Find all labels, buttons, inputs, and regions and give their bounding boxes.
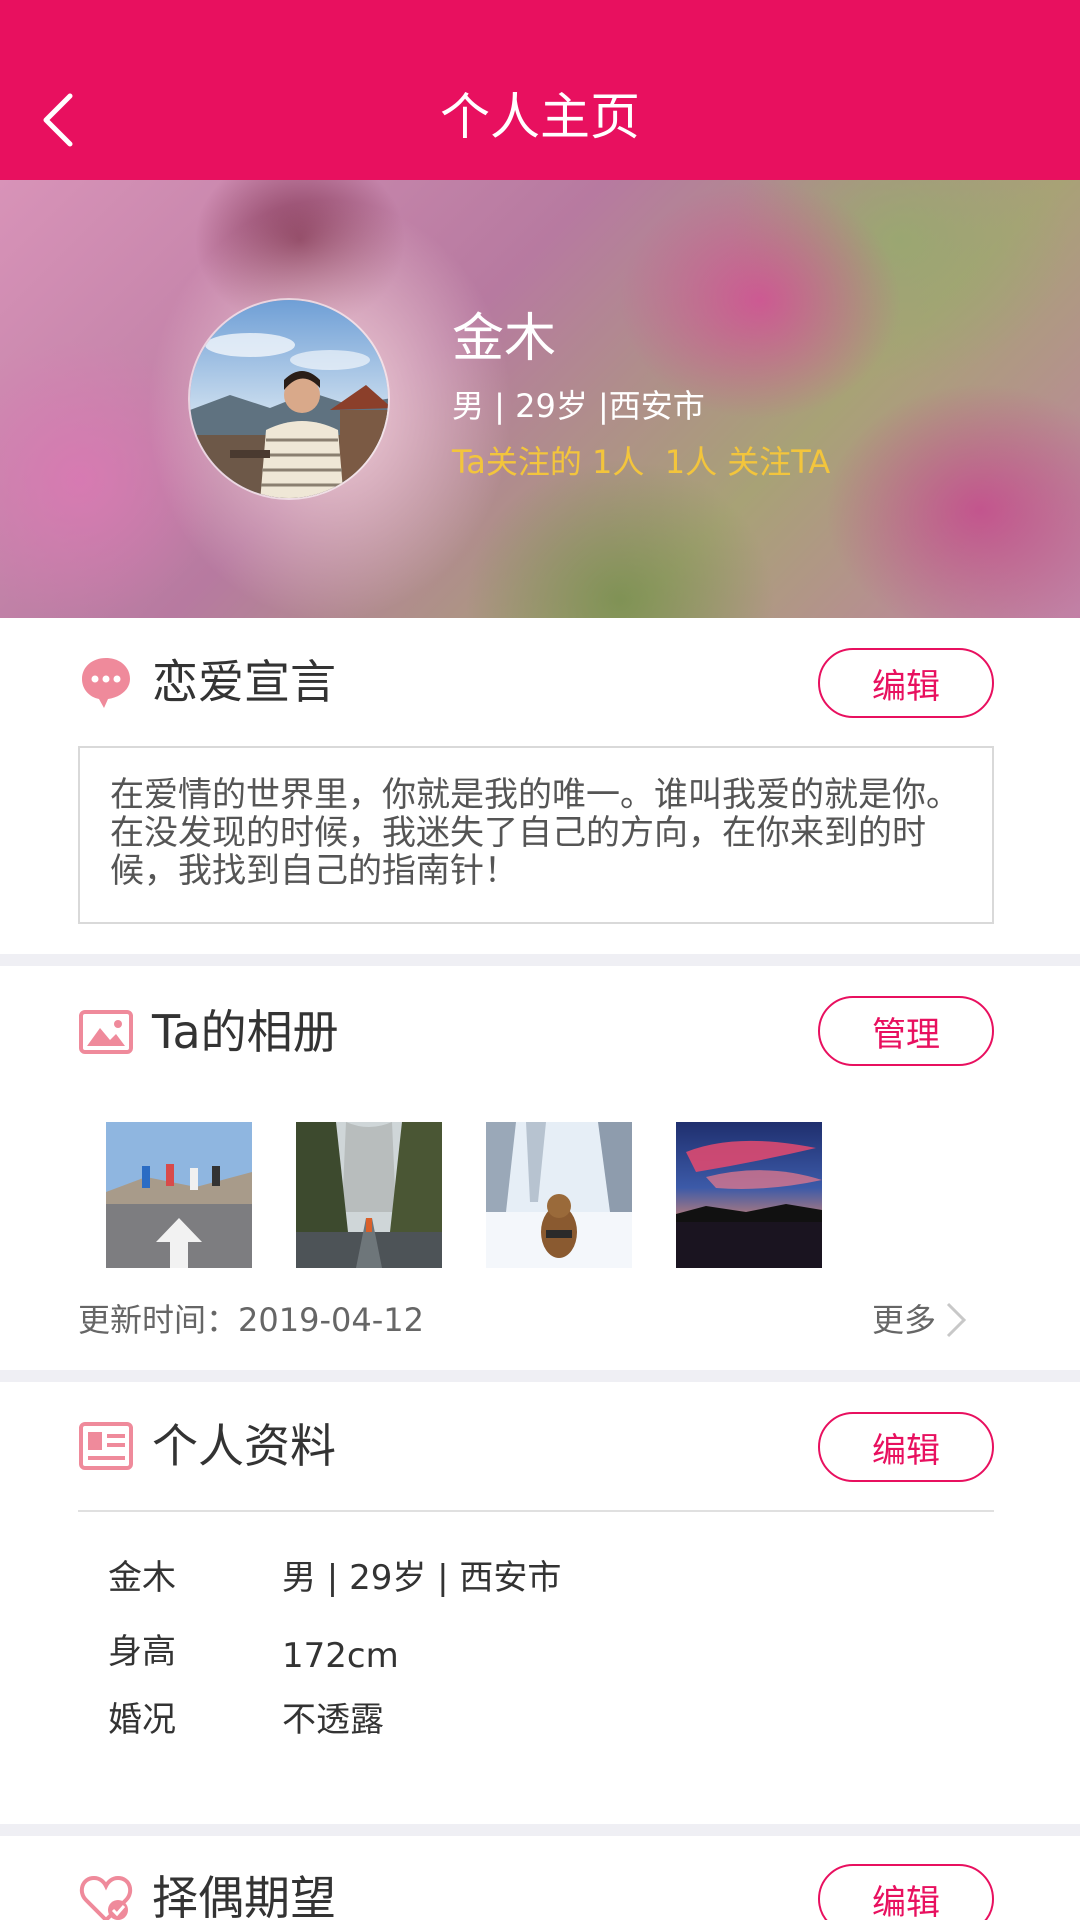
info-title: 个人资料 <box>152 1419 336 1473</box>
album-more-link[interactable]: 更多 <box>872 1300 968 1340</box>
chevron-right-icon <box>946 1302 967 1338</box>
more-label: 更多 <box>872 1301 937 1339</box>
info-edit-button[interactable]: 编辑 <box>818 1412 994 1482</box>
page-title: 个人主页 <box>440 88 640 146</box>
profile-banner: 金木 男 | 29岁 |西安市 Ta关注的 1人 1人 关注TA <box>0 180 1080 618</box>
album-photo[interactable] <box>486 1122 632 1268</box>
info-value-height: 172cm <box>282 1636 399 1676</box>
info-value-marital: 不透露 <box>282 1700 384 1740</box>
expect-title: 择偶期望 <box>152 1871 336 1920</box>
album-manage-button[interactable]: 管理 <box>818 996 994 1066</box>
album-title: Ta的相册 <box>152 1005 339 1059</box>
info-value-basic: 男 | 29岁 | 西安市 <box>282 1558 562 1598</box>
album-photo[interactable] <box>296 1122 442 1268</box>
declaration-title: 恋爱宣言 <box>152 655 336 709</box>
image-icon <box>79 1010 133 1054</box>
profile-card-icon <box>79 1422 133 1470</box>
section-separator <box>0 954 1080 966</box>
follow-stats[interactable]: Ta关注的 1人 1人 关注TA <box>452 442 830 482</box>
info-label-height: 身高 <box>108 1632 176 1672</box>
expect-edit-button[interactable]: 编辑 <box>818 1864 994 1920</box>
avatar[interactable] <box>188 298 390 500</box>
info-label-name: 金木 <box>108 1558 176 1598</box>
section-separator <box>0 1824 1080 1836</box>
heart-check-icon <box>79 1875 133 1920</box>
profile-meta: 男 | 29岁 |西安市 <box>452 387 705 425</box>
declaration-edit-button[interactable]: 编辑 <box>818 648 994 718</box>
album-photo[interactable] <box>106 1122 252 1268</box>
top-nav-bar: 个人主页 <box>0 0 1080 180</box>
info-divider <box>78 1510 994 1512</box>
album-thumbnails <box>106 1122 822 1268</box>
info-label-marital: 婚况 <box>108 1700 176 1740</box>
chat-bubble-icon <box>82 658 130 708</box>
album-photo[interactable] <box>676 1122 822 1268</box>
declaration-text: 在爱情的世界里，你就是我的唯一。谁叫我爱的就是你。在没发现的时候，我迷失了自己的… <box>78 746 994 924</box>
album-update-time: 更新时间：2019-04-12 <box>78 1301 424 1339</box>
section-separator <box>0 1370 1080 1382</box>
profile-name: 金木 <box>452 309 557 369</box>
